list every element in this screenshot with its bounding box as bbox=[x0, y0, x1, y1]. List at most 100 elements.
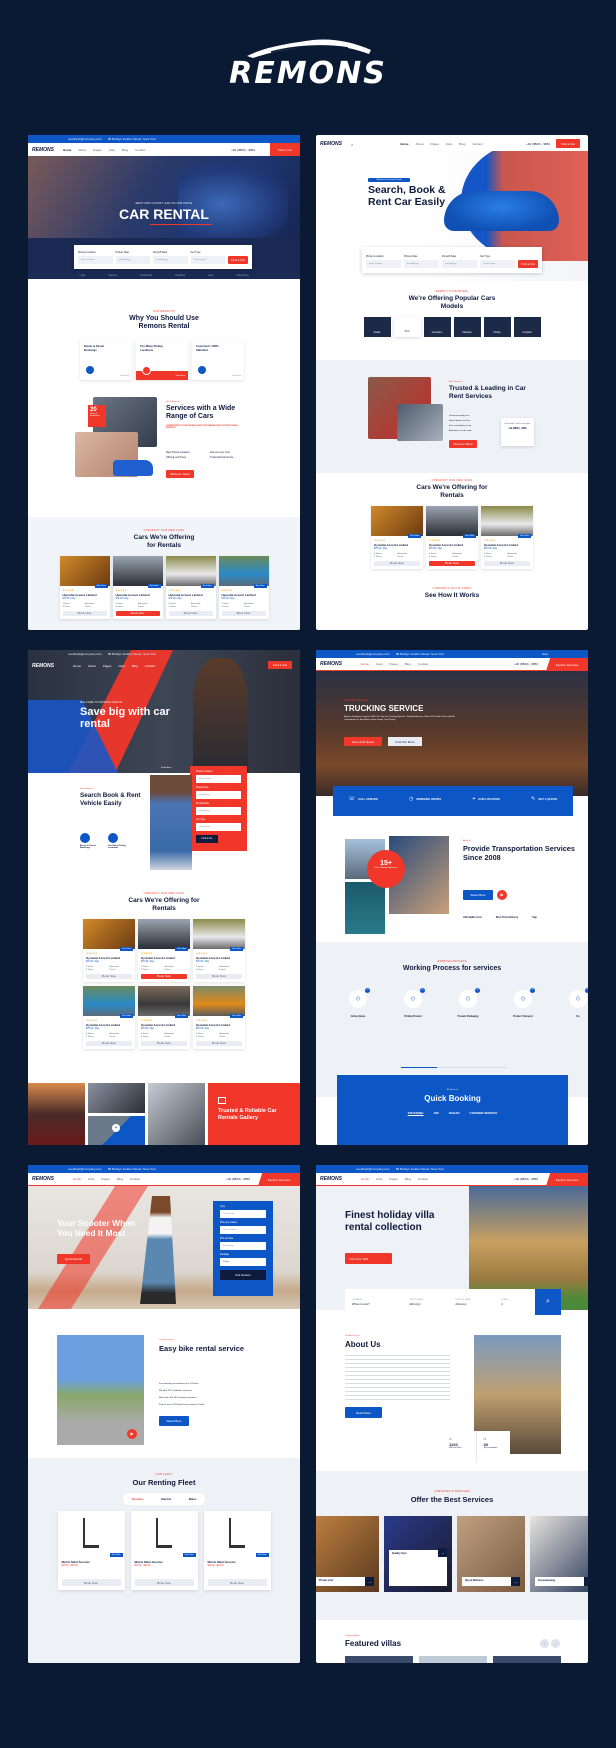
pickup-location-input[interactable]: Enter location bbox=[366, 260, 401, 268]
find-out-more-button[interactable]: Find Out More bbox=[388, 737, 422, 746]
rent-now-tag[interactable]: Rent Now bbox=[175, 1013, 188, 1018]
scroll-down-link[interactable]: Scroll down bbox=[161, 767, 171, 769]
tab-ocean[interactable]: OCEAN bbox=[449, 1111, 460, 1115]
car-card[interactable]: Rent Now ★★★★★ Hyundai Accent Limited $7… bbox=[138, 985, 190, 1049]
arrow-right-icon[interactable]: → bbox=[584, 1577, 588, 1586]
book-now-button[interactable]: Book Now bbox=[196, 1040, 242, 1046]
book-now-button[interactable]: Book Now bbox=[484, 560, 530, 566]
rent-now-tag[interactable]: Rent Now bbox=[253, 583, 267, 588]
book-now-button[interactable]: Book Now bbox=[61, 1579, 121, 1586]
dropoff-date-input[interactable]: mm/dd/yyyy bbox=[196, 807, 241, 815]
package-select[interactable]: 1 Hour bbox=[220, 1258, 266, 1266]
rent-now-tag[interactable]: Rent Now bbox=[175, 946, 188, 951]
gallery-image[interactable] bbox=[88, 1083, 145, 1113]
rent-now-tag[interactable]: Rent Now bbox=[408, 533, 421, 538]
service-card[interactable]: Private chef → bbox=[316, 1516, 379, 1592]
search-icon[interactable]: ⌕ bbox=[351, 142, 353, 147]
pickup-date-input[interactable]: dd/mm/yyyy bbox=[220, 1242, 266, 1250]
nav-pages[interactable]: Pages bbox=[389, 1177, 398, 1181]
car-card[interactable]: Rent Now ★★★★★ Hyundai Accent Limited $7… bbox=[83, 918, 135, 982]
car-card[interactable]: Rent Now ★★★★★ Hyundai Accent Limited $7… bbox=[481, 505, 533, 569]
topbar-email[interactable]: needhelp@company.com bbox=[68, 137, 102, 141]
nav-blog[interactable]: Blog bbox=[405, 1177, 411, 1181]
view-more-link[interactable]: View More bbox=[232, 375, 241, 377]
rent-now-tag[interactable]: Rent Now bbox=[200, 583, 214, 588]
service-card[interactable]: Spa & Wellness → bbox=[457, 1516, 525, 1592]
nav-phone[interactable]: +92 (8800) - 9850 bbox=[514, 1177, 538, 1181]
car-card[interactable]: Rent Now ★★★★★ Hyundai Accent Limited $7… bbox=[138, 918, 190, 982]
find-car-button[interactable]: Find a Car bbox=[556, 139, 580, 148]
find-villa-button[interactable]: Find Your Villa bbox=[345, 1253, 392, 1264]
nav-cars[interactable]: Cars bbox=[109, 148, 115, 152]
nav-about[interactable]: About bbox=[88, 664, 96, 668]
car-card[interactable]: Rent Now ★★★★★ Hyundai Accent Limited $7… bbox=[218, 555, 269, 619]
play-video-icon[interactable]: ▶ bbox=[497, 890, 507, 900]
model-pickup[interactable]: Pickup bbox=[483, 316, 511, 337]
nav-pages[interactable]: Pages bbox=[93, 148, 102, 152]
book-now-button[interactable]: Book Now bbox=[221, 610, 266, 616]
car-type-select[interactable]: Choose type bbox=[190, 256, 225, 264]
book-now-button[interactable]: Book Now bbox=[115, 610, 160, 616]
rent-now-tag[interactable]: Rent Now bbox=[94, 583, 108, 588]
rent-now-tag[interactable]: Rent Now bbox=[463, 533, 476, 538]
discover-more-button[interactable]: Discover More bbox=[166, 470, 194, 478]
tab-bikes[interactable]: Bikes bbox=[189, 1497, 196, 1501]
feature-card[interactable]: Easier & Faster Bookings View More bbox=[80, 340, 132, 380]
car-card[interactable]: Rent Now ★★★★★ Hyundai Accent Limited $7… bbox=[193, 985, 245, 1049]
get-quote-button[interactable]: Get A Full Quote bbox=[344, 737, 382, 746]
gallery-image[interactable] bbox=[148, 1083, 205, 1145]
rent-now-tag[interactable]: Rent Now bbox=[230, 1013, 243, 1018]
find-car-button[interactable]: Find a Car bbox=[196, 835, 218, 843]
service-card[interactable]: Quality Gym → bbox=[384, 1516, 452, 1592]
tab-courier[interactable]: COURIER SERVICE bbox=[470, 1111, 498, 1115]
nav-home[interactable]: Home bbox=[63, 148, 71, 152]
feature-card[interactable]: Too Many Pickup Locations View More bbox=[136, 340, 188, 380]
car-card[interactable]: Rent Now ★★★★★ Hyundai Accent Limited $7… bbox=[83, 985, 135, 1049]
tab-electric[interactable]: Electric bbox=[161, 1497, 171, 1501]
tab-trucking[interactable]: TRUCKING bbox=[408, 1111, 424, 1115]
nav-cars[interactable]: Cars bbox=[446, 142, 452, 146]
read-more-button[interactable]: Read More bbox=[159, 1416, 189, 1426]
car-card[interactable]: Rent Now ★★★★★ Hyundai Accent Limited $7… bbox=[59, 555, 110, 619]
rent-now-tag[interactable]: Rent Now bbox=[182, 1553, 196, 1557]
tab-scooters[interactable]: Scooters bbox=[132, 1497, 144, 1501]
nav-cars[interactable]: Cars bbox=[88, 1177, 94, 1181]
topbar-email[interactable]: needhelp@company.com bbox=[68, 1167, 102, 1171]
pickup-date-input[interactable]: mm/dd/yyyy bbox=[196, 791, 241, 799]
feature-card[interactable]: Customers 100% Satisfied View More bbox=[192, 340, 244, 380]
explore-services-button[interactable]: Explore Services bbox=[546, 1173, 588, 1186]
search-icon[interactable]: ⌕ bbox=[535, 1289, 561, 1315]
topbar-email[interactable]: needhelp@company.com bbox=[356, 1167, 390, 1171]
gallery-image[interactable] bbox=[28, 1083, 85, 1145]
nav-blog[interactable]: Blog bbox=[122, 148, 128, 152]
find-car-button[interactable]: Find a Car bbox=[268, 661, 292, 669]
pickup-location-select[interactable]: Select Location bbox=[220, 1226, 266, 1234]
gallery-image[interactable]: + bbox=[88, 1115, 145, 1145]
model-limousine[interactable]: Limousine bbox=[423, 316, 451, 337]
nav-phone[interactable]: +92 (8800) - 9850 bbox=[514, 662, 538, 666]
explore-services-button[interactable]: Explore Services bbox=[546, 658, 588, 671]
book-now-button[interactable]: Book Now bbox=[141, 1040, 187, 1046]
view-more-link[interactable]: View More bbox=[120, 375, 129, 377]
nav-contact[interactable]: Contact bbox=[418, 662, 428, 666]
help-phone[interactable]: +92 (8800) - 9850 bbox=[501, 428, 534, 430]
nav-contact[interactable]: Contact bbox=[135, 148, 145, 152]
nav-blog[interactable]: Blog bbox=[117, 1177, 123, 1181]
nav-cars[interactable]: Cars bbox=[118, 664, 124, 668]
nav-logo[interactable]: REMONS bbox=[32, 663, 56, 669]
read-more-button[interactable]: Read More bbox=[345, 1407, 382, 1418]
book-now-button[interactable]: Book Now bbox=[62, 610, 107, 616]
car-card[interactable]: Rent Now ★★★★★ Hyundai Accent Limited $7… bbox=[193, 918, 245, 982]
car-card[interactable]: Rent Now ★★★★★ Hyundai Accent Limited $7… bbox=[371, 505, 423, 569]
pickup-date-input[interactable]: mm/dd/yyyy bbox=[115, 256, 150, 264]
discover-more-button[interactable]: Discover More bbox=[449, 440, 477, 448]
nav-pages[interactable]: Pages bbox=[389, 662, 398, 666]
find-car-button[interactable]: Find a Car bbox=[270, 143, 300, 156]
process-scrollbar-thumb[interactable] bbox=[401, 1067, 437, 1068]
nav-pages[interactable]: Pages bbox=[101, 1177, 110, 1181]
scooter-card[interactable]: Rent Now Metric Maxi Scooter $10.00 - $3… bbox=[57, 1511, 125, 1590]
book-now-button[interactable]: Book Now bbox=[141, 973, 187, 979]
model-sedan[interactable]: Sedan bbox=[363, 316, 391, 337]
nav-contact[interactable]: Contact bbox=[418, 1177, 428, 1181]
car-card[interactable]: Rent Now ★★★★★ Hyundai Accent Limited $7… bbox=[165, 555, 216, 619]
